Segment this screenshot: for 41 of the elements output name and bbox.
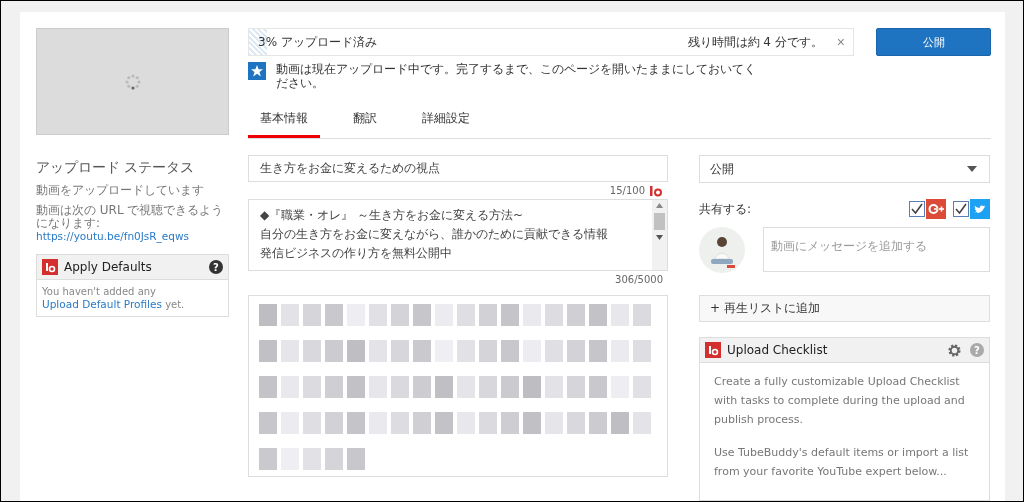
upload-default-profiles-link[interactable]: Upload Default Profiles bbox=[42, 298, 162, 310]
url-note: 動画は次の URL で視聴できるようになります: bbox=[36, 204, 225, 230]
star-icon bbox=[248, 62, 266, 80]
tab[interactable]: 翻訳 bbox=[341, 102, 389, 138]
google-plus-icon bbox=[926, 199, 946, 219]
close-button[interactable]: × bbox=[836, 34, 845, 50]
share-checkbox[interactable] bbox=[909, 201, 925, 217]
description-field[interactable]: ◆『職業・オレ』 ～生き方をお金に変える方法~ 自分の生き方をお金に変えながら、誰かのために貢献できる情報 発信ビジネスの作り方を無料公開中 bbox=[248, 199, 668, 271]
settings-icon[interactable] bbox=[947, 342, 962, 358]
scroll-down-icon[interactable] bbox=[656, 235, 663, 240]
video-url-link[interactable]: https://youtu.be/fn0JsR_eqws bbox=[36, 230, 229, 242]
description-char-count: 306/5000 bbox=[615, 274, 663, 285]
title-char-count: 15/100 bbox=[609, 185, 645, 196]
checklist-text: Use TubeBuddy's default items or import a list from your favorite YouTube expert below... bbox=[714, 445, 970, 480]
tab[interactable]: 基本情報 bbox=[248, 102, 320, 138]
loading-icon bbox=[123, 72, 142, 91]
description-line: 発信ビジネスの作り方を無料公開中 bbox=[260, 245, 453, 262]
privacy-select[interactable]: 公開 bbox=[699, 155, 990, 183]
add-to-playlist-button[interactable]: + 再生リストに追加 bbox=[699, 295, 990, 322]
bird-icon bbox=[970, 199, 990, 219]
description-line: 自分の生き方をお金に変えながら、誰かのために貢献できる情報 bbox=[260, 226, 609, 243]
panel-title: Apply Defaults bbox=[64, 260, 153, 274]
scroll-up-icon[interactable] bbox=[656, 203, 663, 208]
upload-status-title: アップロード ステータス bbox=[36, 159, 196, 177]
share-checkbox[interactable] bbox=[953, 201, 969, 217]
scrollbar[interactable] bbox=[652, 200, 667, 270]
tab[interactable]: 詳細設定 bbox=[410, 102, 482, 138]
time-remaining: 残り時間は約 4 分です。 bbox=[687, 33, 823, 51]
share-label: 共有する: bbox=[699, 200, 752, 218]
upload-status-message: 動画をアップロードしています bbox=[36, 184, 205, 197]
help-icon[interactable]: ? bbox=[209, 260, 223, 274]
dropdown-arrow-icon bbox=[967, 166, 977, 172]
scroll-thumb[interactable] bbox=[654, 213, 665, 230]
upload-notice: 動画は現在アップロード中です。完了するまで、このページを開いたままにしておいてください。 bbox=[276, 62, 756, 90]
defaults-message: You haven't added any Upload Default Profiles yet. bbox=[41, 285, 186, 312]
title-field[interactable]: 生き方をお金に変えるための視点 bbox=[248, 155, 668, 182]
description-line: ◆『職業・オレ』 ～生き方をお金に変える方法~ bbox=[260, 207, 525, 224]
progress-label: 3% アップロード済み bbox=[258, 33, 378, 51]
checklist-text: Create a fully customizable Upload Checklist with tasks to complete during the upload and publish process. bbox=[714, 374, 966, 428]
panel-title: Upload Checklist bbox=[727, 343, 829, 357]
publish-button[interactable]: 公開 bbox=[876, 28, 991, 56]
